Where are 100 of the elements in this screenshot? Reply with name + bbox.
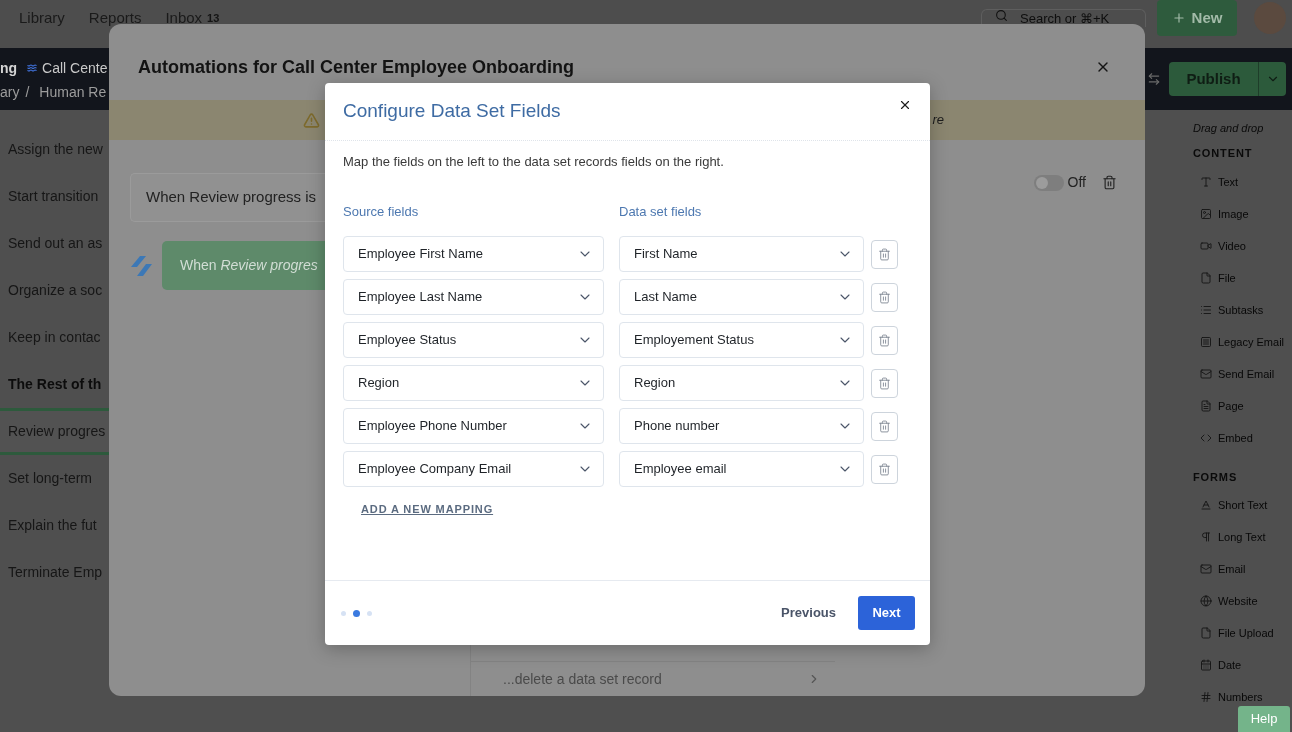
previous-button[interactable]: Previous: [771, 596, 846, 630]
data-set-field-select[interactable]: Employement Status: [619, 322, 864, 358]
section-heading: The Rest of th: [7, 375, 103, 394]
sidebar-item[interactable]: Email: [1193, 562, 1292, 576]
task-item[interactable]: Keep in contac: [0, 314, 109, 361]
sidebar-item[interactable]: Long Text: [1193, 530, 1292, 544]
sidebar-item[interactable]: Subtasks: [1193, 303, 1292, 317]
source-field-select[interactable]: Employee Status: [343, 322, 604, 358]
next-button[interactable]: Next: [858, 596, 915, 630]
code-icon: [1200, 432, 1212, 444]
toggle-switch[interactable]: [1033, 174, 1064, 191]
sidebar-item[interactable]: Page: [1193, 399, 1292, 413]
sidebar-item[interactable]: Short Text: [1193, 498, 1292, 512]
task-item[interactable]: Start transition: [0, 173, 109, 220]
delete-mapping-button[interactable]: [871, 282, 898, 312]
trigger-card[interactable]: When Review progress is: [130, 173, 325, 222]
trash-icon: [878, 247, 891, 261]
dialog-title: Configure Data Set Fields: [343, 99, 561, 124]
envelope-icon: [1200, 368, 1212, 380]
waves-icon: [27, 63, 38, 73]
data-set-field-select[interactable]: Region: [619, 365, 864, 401]
plus-icon: [1171, 11, 1186, 25]
list-icon: [1200, 304, 1212, 316]
warning-icon: [303, 111, 320, 129]
workflow-title-fragment: ng: [0, 58, 18, 78]
add-mapping-link[interactable]: ADD A NEW MAPPING: [361, 501, 494, 517]
trash-icon: [878, 290, 891, 304]
delete-mapping-button[interactable]: [871, 239, 898, 269]
breadcrumb-link[interactable]: ary: [0, 81, 20, 103]
column-heading: Source fields: [343, 203, 420, 221]
data-set-field-select[interactable]: Employee email: [619, 451, 864, 487]
search-icon: [995, 9, 1008, 22]
source-field-select[interactable]: Employee First Name: [343, 236, 604, 272]
toggle-label: Off: [1067, 173, 1086, 192]
letter-t-icon: [1200, 176, 1212, 188]
sidebar-item[interactable]: Date: [1193, 658, 1292, 672]
drag-hint: Drag and drop: [1193, 121, 1265, 136]
trash-icon: [878, 376, 891, 390]
task-item[interactable]: Explain the fut: [0, 502, 109, 549]
column-heading: Data set fields: [619, 203, 702, 221]
task-item[interactable]: Set long-term: [0, 455, 109, 502]
modal-title: Automations for Call Center Employee Onboarding: [138, 55, 575, 79]
new-button[interactable]: New: [1157, 0, 1237, 36]
data-set-field-select[interactable]: Phone number: [619, 408, 864, 444]
task-item[interactable]: Terminate Emp: [0, 549, 109, 596]
sidebar-item[interactable]: Website: [1193, 594, 1292, 608]
inbox-count: 13: [207, 11, 220, 25]
task-item[interactable]: Organize a soc: [0, 267, 109, 314]
breadcrumb-separator: /: [25, 82, 30, 102]
data-set-field-select[interactable]: First Name: [619, 236, 864, 272]
source-field-select[interactable]: Employee Company Email: [343, 451, 604, 487]
task-item[interactable]: Assign the new: [0, 126, 109, 173]
sidebar-item[interactable]: Legacy Email: [1193, 335, 1292, 349]
envelope-icon: [1200, 563, 1212, 575]
sidebar-section-title: FORMS: [1193, 470, 1239, 485]
close-icon: [898, 98, 912, 112]
publish-options-button[interactable]: [1258, 62, 1286, 96]
rule-block[interactable]: When Review progres: [162, 241, 325, 290]
arrows-icon[interactable]: [1147, 72, 1161, 86]
sidebar-item[interactable]: File: [1193, 271, 1292, 285]
workflow-title: Call Cente: [42, 58, 108, 78]
action-option[interactable]: ...delete a data set record: [471, 661, 835, 696]
square-lines-icon: [1200, 336, 1212, 348]
sidebar-item[interactable]: Video: [1193, 239, 1292, 253]
close-button[interactable]: [898, 98, 912, 112]
help-button[interactable]: Help: [1238, 706, 1290, 732]
warning-text: re: [932, 111, 944, 130]
source-field-select[interactable]: Region: [343, 365, 604, 401]
delete-mapping-button[interactable]: [871, 454, 898, 484]
globe-icon: [1200, 595, 1212, 607]
task-item[interactable]: Review progres: [0, 408, 109, 455]
data-set-field-select[interactable]: Last Name: [619, 279, 864, 315]
publish-button[interactable]: Publish: [1169, 62, 1258, 96]
breadcrumb-link[interactable]: Human Re: [39, 81, 107, 103]
search-field[interactable]: Search or ⌘+K: [981, 9, 1146, 27]
trash-icon: [878, 419, 891, 433]
sidebar-item[interactable]: File Upload: [1193, 626, 1292, 640]
image-icon: [1200, 208, 1212, 220]
trash-icon[interactable]: [1102, 175, 1117, 190]
calendar-icon: [1200, 659, 1212, 671]
task-item[interactable]: Send out an as: [0, 220, 109, 267]
sidebar-item[interactable]: Embed: [1193, 431, 1292, 445]
hash-icon: [1200, 691, 1212, 703]
sidebar-section-title: CONTENT: [1193, 146, 1254, 161]
document-icon: [1200, 400, 1212, 412]
sidebar-item[interactable]: Numbers: [1193, 690, 1292, 704]
pilcrow-icon: [1200, 531, 1212, 543]
trash-icon: [878, 462, 891, 476]
trash-icon: [878, 333, 891, 347]
dialog-description: Map the fields on the left to the data set records fields on the right.: [343, 153, 725, 171]
sidebar-item[interactable]: Send Email: [1193, 367, 1292, 381]
file-icon: [1200, 272, 1212, 284]
delete-mapping-button[interactable]: [871, 368, 898, 398]
sidebar-item[interactable]: Text: [1193, 175, 1292, 189]
file-icon: [1200, 627, 1212, 639]
sidebar-item[interactable]: Image: [1193, 207, 1292, 221]
source-field-select[interactable]: Employee Last Name: [343, 279, 604, 315]
source-field-select[interactable]: Employee Phone Number: [343, 408, 604, 444]
delete-mapping-button[interactable]: [871, 325, 898, 355]
delete-mapping-button[interactable]: [871, 411, 898, 441]
